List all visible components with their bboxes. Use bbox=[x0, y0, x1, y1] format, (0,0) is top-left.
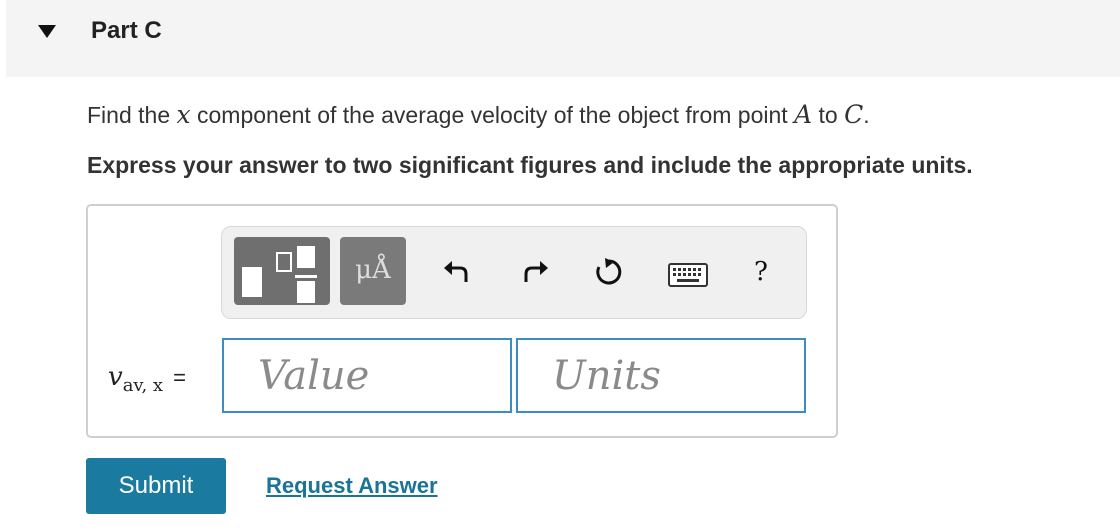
units-icon: μÅ bbox=[355, 255, 391, 285]
reset-icon[interactable] bbox=[594, 257, 624, 287]
units-button[interactable]: μÅ bbox=[340, 237, 406, 305]
math-toolbar: μÅ ? bbox=[221, 226, 807, 319]
variable-label: vav, x = bbox=[108, 362, 186, 396]
templates-button[interactable] bbox=[234, 237, 330, 305]
keyboard-icon[interactable] bbox=[668, 263, 708, 287]
redo-icon[interactable] bbox=[520, 257, 550, 287]
request-answer-link[interactable]: Request Answer bbox=[266, 473, 438, 499]
instruction-text: Express your answer to two significant f… bbox=[87, 152, 973, 178]
undo-icon[interactable] bbox=[442, 257, 472, 287]
part-title: Part C bbox=[91, 17, 162, 44]
part-header[interactable]: Part C bbox=[6, 0, 1120, 77]
question-text: Find the x component of the average velo… bbox=[87, 100, 870, 129]
submit-button[interactable]: Submit bbox=[86, 458, 226, 514]
collapse-caret-icon[interactable] bbox=[38, 25, 56, 38]
units-input[interactable] bbox=[516, 338, 806, 413]
help-icon[interactable]: ? bbox=[754, 257, 768, 287]
value-input[interactable] bbox=[222, 338, 512, 413]
